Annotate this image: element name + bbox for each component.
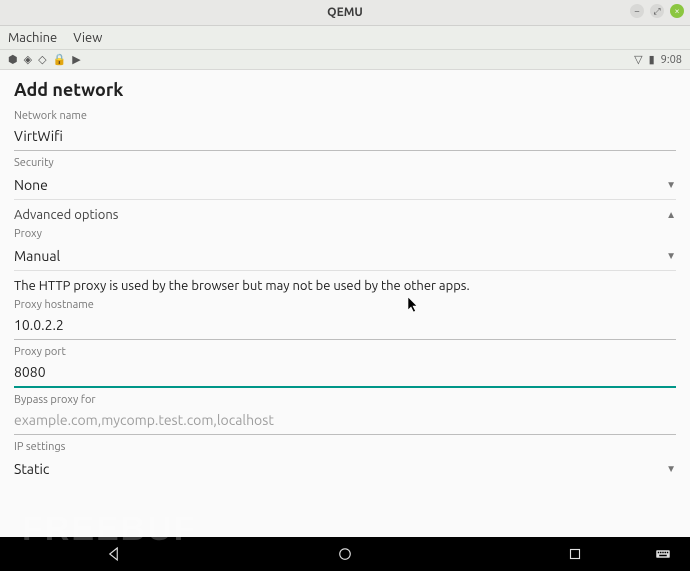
keyboard-icon[interactable]: [654, 545, 672, 563]
minimize-button[interactable]: –: [630, 4, 644, 18]
home-button[interactable]: [336, 545, 354, 563]
android-statusbar: ⬢ ◈ ◇ 🔒 ▶ ▽ ▮ 9:08: [0, 50, 690, 70]
menu-view[interactable]: View: [73, 31, 102, 45]
bypass-input[interactable]: [14, 408, 676, 435]
play-icon: ▶: [72, 53, 80, 66]
network-name-input[interactable]: [14, 124, 676, 151]
page-title: Add network: [14, 80, 676, 100]
bypass-label: Bypass proxy for: [14, 394, 676, 406]
signal-icon: ▽: [634, 53, 642, 66]
proxy-port-label: Proxy port: [14, 346, 676, 358]
chevron-down-icon: ▼: [666, 463, 676, 475]
menu-machine[interactable]: Machine: [8, 31, 57, 45]
bug-icon: ⬢: [8, 53, 18, 66]
wifi-icon: ◇: [38, 53, 46, 66]
window-controls: – ⤢ ×: [630, 4, 684, 18]
back-button[interactable]: [106, 545, 124, 563]
advanced-options-toggle[interactable]: Advanced options ▲: [14, 208, 676, 222]
qemu-titlebar: QEMU – ⤢ ×: [0, 0, 690, 26]
chevron-down-icon: ▼: [666, 179, 676, 191]
battery-icon: ▮: [649, 53, 655, 66]
network-name-label: Network name: [14, 110, 676, 122]
advanced-options-label: Advanced options: [14, 208, 118, 222]
shield-icon: ◈: [24, 53, 32, 66]
qemu-menubar: Machine View: [0, 26, 690, 50]
ip-settings-select[interactable]: Static ▼: [14, 455, 676, 483]
clock: 9:08: [661, 54, 682, 66]
close-button[interactable]: ×: [670, 4, 684, 18]
maximize-button[interactable]: ⤢: [650, 4, 664, 18]
ip-settings-label: IP settings: [14, 441, 676, 453]
chevron-down-icon: ▼: [666, 250, 676, 262]
security-select[interactable]: None ▼: [14, 171, 676, 200]
proxy-value: Manual: [14, 248, 60, 264]
ip-settings-value: Static: [14, 461, 49, 477]
android-navbar: [0, 537, 690, 571]
add-network-dialog: Add network Network name Security None ▼…: [0, 70, 690, 533]
status-right: ▽ ▮ 9:08: [634, 53, 682, 66]
proxy-select[interactable]: Manual ▼: [14, 242, 676, 271]
lock-icon: 🔒: [53, 53, 67, 66]
recents-button[interactable]: [566, 545, 584, 563]
status-left: ⬢ ◈ ◇ 🔒 ▶: [8, 53, 81, 66]
proxy-note: The HTTP proxy is used by the browser bu…: [14, 279, 676, 293]
proxy-port-input[interactable]: [14, 360, 676, 388]
window-title: QEMU: [327, 6, 363, 19]
proxy-hostname-input[interactable]: [14, 313, 676, 340]
security-value: None: [14, 177, 48, 193]
chevron-up-icon: ▲: [666, 209, 676, 221]
proxy-hostname-label: Proxy hostname: [14, 299, 676, 311]
security-label: Security: [14, 157, 676, 169]
proxy-label: Proxy: [14, 228, 676, 240]
